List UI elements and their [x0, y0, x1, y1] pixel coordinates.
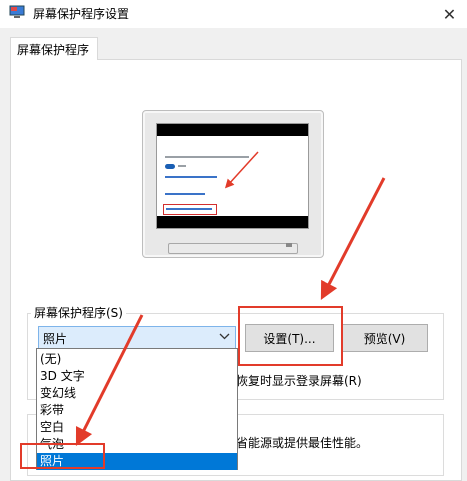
monitor-screen [156, 123, 309, 229]
close-button[interactable]: ✕ [432, 0, 467, 28]
dropdown-option[interactable]: 彩带 [37, 402, 237, 419]
mini-link-1 [165, 176, 217, 178]
settings-highlight-box [238, 306, 343, 366]
tab-label: 屏幕保护程序 [17, 43, 90, 57]
mini-highlight-box [163, 204, 217, 215]
screensaver-select[interactable]: 照片 [38, 326, 236, 350]
monitor-base [168, 243, 298, 254]
dropdown-option[interactable]: 变幻线 [37, 385, 237, 402]
dropdown-option[interactable]: (无) [37, 351, 237, 368]
photo-option-highlight-box [20, 443, 105, 469]
chevron-down-icon [219, 329, 230, 346]
mini-link-3 [166, 208, 212, 210]
screensaver-group-label: 屏幕保护程序(S) [31, 304, 126, 321]
screen-bottom-band [157, 216, 308, 228]
dropdown-option[interactable]: 空白 [37, 419, 237, 436]
dropdown-option[interactable]: 3D 文字 [37, 368, 237, 385]
mini-toggle-label [178, 165, 186, 167]
mini-link-2 [165, 193, 205, 195]
screensaver-select-value: 照片 [43, 332, 68, 346]
mini-settings-line [165, 156, 249, 158]
screensaver-app-icon [9, 5, 25, 19]
power-description: 省能源或提供最佳性能。 [236, 436, 369, 450]
screen-top-band [157, 124, 308, 136]
resume-logon-label[interactable]: 恢复时显示登录屏幕(R) [236, 372, 362, 389]
monitor-power-icon [286, 243, 292, 247]
tab-screensaver[interactable]: 屏幕保护程序 [10, 37, 98, 60]
window-title: 屏幕保护程序设置 [33, 7, 130, 21]
mini-toggle-icon [165, 164, 175, 169]
preview-button[interactable]: 预览(V) [341, 324, 428, 352]
